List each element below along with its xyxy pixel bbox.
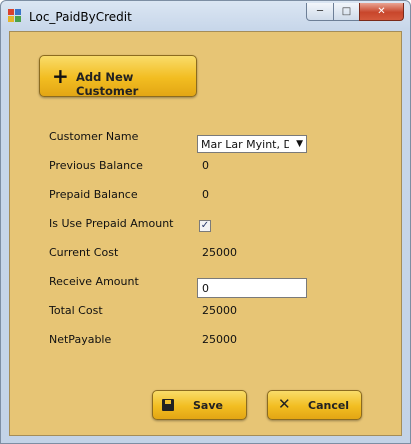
prepaid-balance-value: 0 [202, 188, 209, 201]
close-x-icon: ✕ [278, 395, 291, 413]
current-cost-label: Current Cost [49, 246, 119, 259]
minimize-button[interactable]: ─ [306, 3, 334, 21]
use-prepaid-label: Is Use Prepaid Amount [49, 217, 174, 230]
customer-name-value: Mar Lar Myint, Daw [201, 138, 289, 151]
receive-amount-label: Receive Amount [49, 275, 139, 288]
maximize-icon: □ [341, 6, 352, 17]
app-icon [8, 9, 21, 22]
cancel-label: Cancel [308, 399, 350, 412]
add-new-customer-label: Add New Customer [76, 70, 139, 98]
previous-balance-label: Previous Balance [49, 159, 143, 172]
cancel-button[interactable]: ✕ Cancel [267, 390, 362, 420]
chevron-down-icon: ▼ [296, 139, 303, 149]
minimize-icon: ─ [316, 6, 324, 17]
total-cost-label: Total Cost [49, 304, 103, 317]
total-cost-value: 25000 [202, 304, 237, 317]
use-prepaid-checkbox[interactable]: ✓ [199, 220, 211, 232]
receive-amount-value: 0 [202, 282, 209, 295]
customer-name-dropdown[interactable]: Mar Lar Myint, Daw ▼ [197, 135, 307, 153]
customer-name-label: Customer Name [49, 130, 139, 143]
net-payable-label: NetPayable [49, 333, 112, 346]
receive-amount-input[interactable]: 0 [197, 278, 307, 298]
save-button[interactable]: Save [152, 390, 247, 420]
plus-icon: + [52, 64, 69, 88]
form-body: + Add New Customer Customer Name Mar Lar… [9, 31, 402, 436]
maximize-button[interactable]: □ [333, 3, 360, 21]
app-window: Loc_PaidByCredit ─ □ ✕ + Add New Custome… [0, 0, 411, 444]
checkmark-icon: ✓ [200, 220, 210, 231]
close-icon: ✕ [377, 6, 386, 17]
current-cost-value: 25000 [202, 246, 237, 259]
floppy-disk-icon [162, 399, 174, 411]
title-bar: Loc_PaidByCredit ─ □ ✕ [1, 1, 410, 31]
net-payable-value: 25000 [202, 333, 237, 346]
add-new-customer-button[interactable]: + Add New Customer [39, 55, 197, 98]
close-button[interactable]: ✕ [359, 3, 404, 21]
prepaid-balance-label: Prepaid Balance [49, 188, 138, 201]
save-label: Save [193, 399, 223, 412]
window-title: Loc_PaidByCredit [29, 10, 132, 24]
previous-balance-value: 0 [202, 159, 209, 172]
